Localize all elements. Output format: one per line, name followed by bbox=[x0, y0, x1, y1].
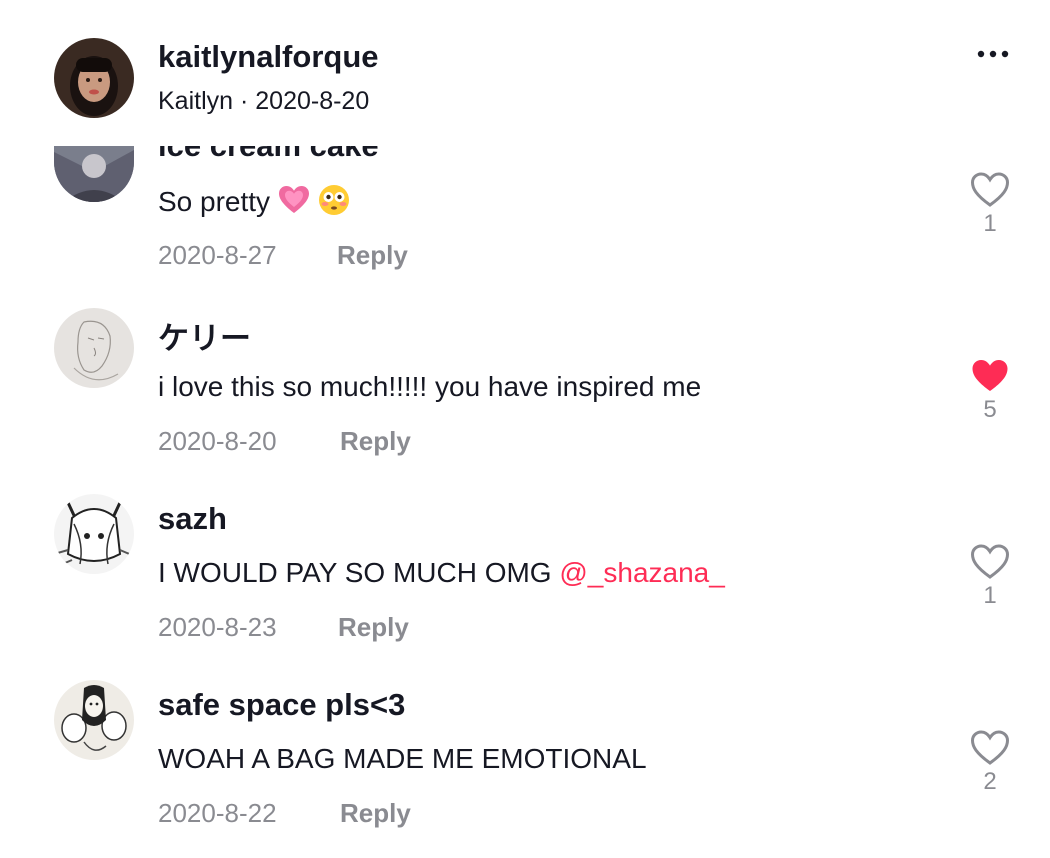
header-separator: · bbox=[233, 87, 256, 115]
avatar-kaitlynalforque[interactable] bbox=[54, 38, 134, 118]
heart-outline-icon bbox=[970, 172, 1010, 207]
comment-text-1: i love this so much!!!!! you have inspir… bbox=[158, 371, 702, 402]
more-options-icon[interactable] bbox=[976, 42, 1010, 66]
comment-text-0: So pretty bbox=[158, 184, 350, 223]
avatar-sazh[interactable] bbox=[54, 494, 134, 574]
header-username[interactable]: kaitlynalforque bbox=[158, 39, 379, 75]
like-button-0[interactable]: 1 bbox=[960, 172, 1020, 238]
comment-date-0: 2020-8-27 bbox=[158, 240, 277, 270]
comment-date-2: 2020-8-23 bbox=[158, 612, 277, 642]
comment-date-3: 2020-8-22 bbox=[158, 798, 277, 828]
reply-button-0[interactable]: Reply bbox=[337, 240, 408, 271]
header-subline: Kaitlyn · 2020-8-20 bbox=[158, 87, 369, 116]
like-count-1: 5 bbox=[983, 396, 997, 423]
avatar-safe-space[interactable] bbox=[54, 680, 134, 760]
avatar-kerry[interactable] bbox=[54, 308, 134, 388]
comment-text-3: WOAH A BAG MADE ME EMOTIONAL bbox=[158, 743, 647, 774]
like-button-1[interactable]: 5 bbox=[960, 358, 1020, 424]
scroll-clip bbox=[0, 120, 1050, 146]
header-display-name: Kaitlyn bbox=[158, 87, 234, 115]
username-2[interactable]: sazh bbox=[158, 501, 227, 537]
heart-outline-icon bbox=[970, 544, 1010, 579]
like-count-3: 2 bbox=[983, 768, 997, 795]
like-count-0: 1 bbox=[983, 210, 997, 237]
reply-button-2[interactable]: Reply bbox=[338, 612, 409, 643]
username-3[interactable]: safe space pls<3 bbox=[158, 687, 405, 723]
flushed-face-emoji bbox=[318, 184, 350, 223]
growing-heart-emoji bbox=[278, 185, 310, 222]
comment-text-2-body: I WOULD PAY SO MUCH OMG bbox=[158, 557, 560, 588]
reply-button-3[interactable]: Reply bbox=[340, 798, 411, 829]
heart-outline-icon bbox=[970, 730, 1010, 765]
like-button-2[interactable]: 1 bbox=[960, 544, 1020, 610]
mention-link[interactable]: @_shazana_ bbox=[559, 557, 724, 588]
comment-text-2: I WOULD PAY SO MUCH OMG @_shazana_ bbox=[158, 557, 725, 589]
comment-text-0-body: So pretty bbox=[158, 185, 271, 217]
reply-button-1[interactable]: Reply bbox=[340, 426, 411, 457]
like-button-3[interactable]: 2 bbox=[960, 730, 1020, 796]
comment-date-1: 2020-8-20 bbox=[158, 426, 277, 456]
heart-filled-icon bbox=[972, 360, 1008, 391]
header-date: 2020-8-20 bbox=[255, 87, 370, 115]
username-1[interactable]: ケリー bbox=[158, 313, 251, 358]
like-count-2: 1 bbox=[983, 582, 997, 609]
